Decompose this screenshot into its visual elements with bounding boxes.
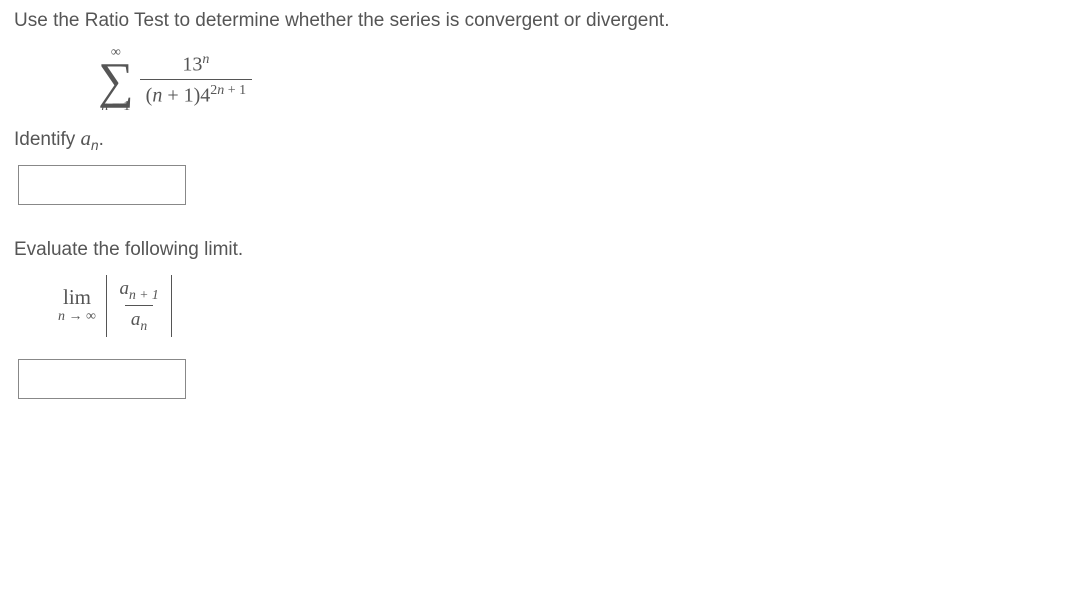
series-expression: ∞ ∑ n = 1 13n (n + 1)42n + 1 xyxy=(98,46,1056,114)
limit-expression: lim n → ∞ an + 1 an xyxy=(58,275,1056,337)
series-denominator: (n + 1)42n + 1 xyxy=(140,79,253,108)
lim-sub: n → ∞ xyxy=(58,310,96,324)
summation-symbol: ∞ ∑ n = 1 xyxy=(98,46,134,114)
ratio-num-a: a xyxy=(119,278,129,299)
ratio-den-sub: n xyxy=(140,318,147,333)
numerator-base: 13 xyxy=(182,54,202,76)
limit-operator: lim n → ∞ xyxy=(58,287,96,324)
ratio-fraction: an + 1 an xyxy=(113,278,164,334)
numerator-exp: n xyxy=(202,52,209,67)
series-numerator: 13n xyxy=(176,52,215,79)
den-exp-b: + 1 xyxy=(224,83,246,98)
identify-dot: . xyxy=(99,129,104,150)
sum-lower-eq: = 1 xyxy=(108,99,130,114)
abs-bar-right xyxy=(171,275,173,337)
ratio-num-sub: n + 1 xyxy=(129,287,159,302)
limit-answer-input[interactable] xyxy=(18,359,186,399)
ratio-numerator: an + 1 xyxy=(113,278,164,305)
absolute-value: an + 1 an xyxy=(106,275,172,337)
lim-sub-var: n xyxy=(58,309,65,324)
ratio-denominator: an xyxy=(125,305,153,334)
lim-sub-arrow: → ∞ xyxy=(65,309,96,324)
ratio-den-a: a xyxy=(131,309,141,330)
identify-label: Identify xyxy=(14,129,81,150)
den-var: n xyxy=(152,85,162,107)
identify-sub: n xyxy=(91,138,99,153)
evaluate-prompt: Evaluate the following limit. xyxy=(14,239,1056,261)
sum-lower: n = 1 xyxy=(101,100,130,114)
lim-text: lim xyxy=(63,287,91,308)
identify-answer-input[interactable] xyxy=(18,165,186,205)
question-prompt: Use the Ratio Test to determine whether … xyxy=(14,10,1056,32)
sigma-glyph: ∑ xyxy=(98,60,134,100)
den-plus1: + 1)4 xyxy=(162,85,210,107)
identify-var: a xyxy=(81,126,92,150)
identify-prompt: Identify an. xyxy=(14,126,1056,153)
series-fraction: 13n (n + 1)42n + 1 xyxy=(140,52,253,107)
